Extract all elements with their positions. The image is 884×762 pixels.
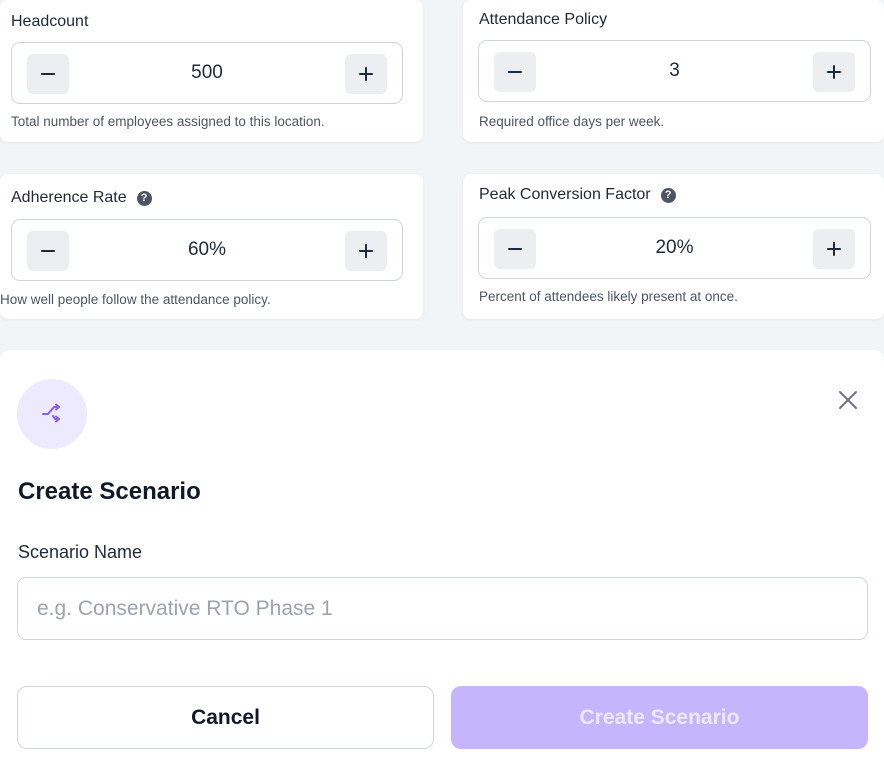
adherence-rate-decrement-button[interactable]	[27, 231, 69, 271]
adherence-rate-increment-button[interactable]	[345, 231, 387, 271]
minus-icon	[41, 250, 55, 252]
attendance-policy-value[interactable]: 3	[539, 41, 810, 101]
headcount-hint: Total number of employees assigned to th…	[11, 114, 325, 129]
peak-conversion-value[interactable]: 20%	[539, 218, 810, 278]
shuffle-icon	[42, 403, 60, 423]
plus-icon	[827, 65, 841, 79]
peak-conversion-decrement-button[interactable]	[494, 229, 536, 269]
peak-conversion-label: Peak Conversion Factor ?	[479, 186, 676, 204]
headcount-card: Headcount 500 Total number of employees …	[0, 0, 423, 142]
headcount-decrement-button[interactable]	[27, 54, 69, 94]
minus-icon	[41, 73, 55, 75]
scenario-name-input[interactable]	[17, 577, 868, 640]
attendance-policy-hint: Required office days per week.	[479, 114, 665, 129]
headcount-label: Headcount	[11, 13, 88, 31]
headcount-label-text: Headcount	[11, 13, 89, 30]
close-button[interactable]	[834, 386, 862, 414]
plus-icon	[359, 244, 373, 258]
attendance-policy-increment-button[interactable]	[813, 52, 855, 92]
adherence-rate-hint: How well people follow the attendance po…	[0, 292, 271, 307]
peak-conversion-increment-button[interactable]	[813, 229, 855, 269]
create-scenario-button[interactable]: Create Scenario	[451, 686, 868, 749]
cancel-button[interactable]: Cancel	[17, 686, 434, 749]
attendance-policy-card: Attendance Policy 3 Required office days…	[463, 0, 884, 142]
adherence-rate-label: Adherence Rate ?	[11, 189, 152, 207]
attendance-policy-label-text: Attendance Policy	[479, 11, 608, 28]
adherence-rate-value[interactable]: 60%	[72, 220, 342, 280]
headcount-value[interactable]: 500	[72, 43, 342, 103]
close-icon	[839, 391, 857, 409]
scenario-name-label: Scenario Name	[18, 542, 143, 562]
help-icon[interactable]: ?	[660, 187, 676, 203]
plus-icon	[359, 67, 373, 81]
peak-conversion-card: Peak Conversion Factor ? 20% Percent of …	[463, 174, 884, 319]
minus-icon	[508, 71, 522, 73]
dialog-title: Create Scenario	[18, 478, 201, 505]
headcount-stepper: 500	[11, 42, 403, 104]
attendance-policy-label: Attendance Policy	[479, 11, 607, 29]
attendance-policy-decrement-button[interactable]	[494, 52, 536, 92]
adherence-rate-label-text: Adherence Rate	[11, 189, 127, 206]
dialog-icon-badge	[17, 379, 87, 449]
peak-conversion-label-text: Peak Conversion Factor	[479, 186, 651, 203]
help-icon[interactable]: ?	[136, 190, 152, 206]
adherence-rate-stepper: 60%	[11, 219, 403, 281]
create-scenario-dialog: Create Scenario Scenario Name Cancel Cre…	[0, 350, 884, 762]
peak-conversion-hint: Percent of attendees likely present at o…	[479, 289, 738, 304]
attendance-policy-stepper: 3	[478, 40, 871, 102]
adherence-rate-card: Adherence Rate ? 60% How well people fol…	[0, 174, 423, 319]
headcount-increment-button[interactable]	[345, 54, 387, 94]
plus-icon	[827, 242, 841, 256]
peak-conversion-stepper: 20%	[478, 217, 871, 279]
minus-icon	[508, 248, 522, 250]
